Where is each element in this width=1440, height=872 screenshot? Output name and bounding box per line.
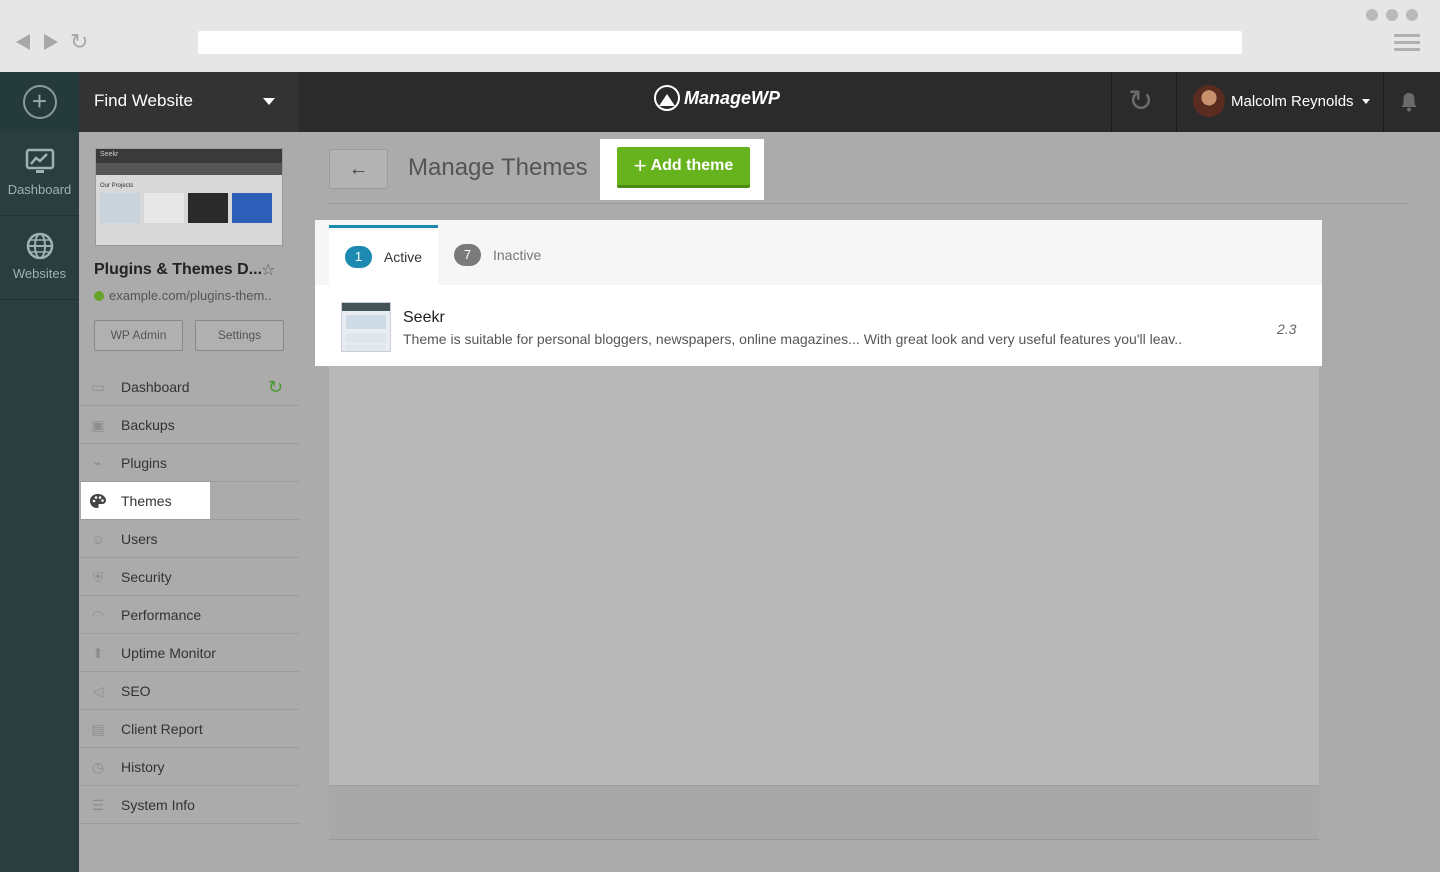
menu-item-history[interactable]: ◷ History — [79, 748, 299, 786]
header-divider — [1383, 72, 1384, 132]
reload-icon[interactable]: ↻ — [70, 30, 88, 54]
content-footer — [329, 785, 1319, 840]
inactive-count-badge: 7 — [454, 244, 481, 266]
address-bar[interactable] — [198, 31, 1242, 54]
status-dot-icon — [94, 290, 104, 301]
user-name: Malcolm Reynolds — [1231, 92, 1354, 110]
window-dot — [1366, 9, 1378, 21]
menu-item-security[interactable]: ⛨ Security — [79, 558, 299, 596]
arrow-up-icon: ⬆ — [92, 645, 104, 661]
find-website-label: Find Website — [94, 91, 193, 110]
theme-description: Theme is suitable for personal bloggers,… — [403, 331, 1183, 347]
plus-circle-icon: + — [22, 85, 57, 119]
site-sidebar: Seekr Our Projects Plugins & Themes D...… — [79, 132, 299, 872]
menu-item-seo[interactable]: ◁ SEO — [79, 672, 299, 710]
left-rail: Dashboard Websites — [0, 132, 79, 872]
tab-inactive[interactable]: 7 Inactive — [438, 225, 557, 285]
sync-icon[interactable]: ↻ — [1128, 86, 1153, 118]
menu-item-users[interactable]: ☺ Users — [79, 520, 299, 558]
menu-item-plugins[interactable]: ⌁ Plugins — [79, 444, 299, 482]
globe-icon — [26, 232, 53, 260]
back-arrow-icon[interactable] — [16, 34, 30, 50]
server-icon: ☰ — [91, 797, 105, 813]
rail-item-dashboard[interactable]: Dashboard — [0, 132, 79, 216]
window-dot — [1386, 9, 1398, 21]
chevron-down-icon — [263, 98, 275, 105]
clock-icon: ◷ — [91, 759, 105, 775]
megaphone-icon: ◁ — [92, 683, 104, 699]
thumb-label: Our Projects — [100, 183, 134, 189]
chart-monitor-icon — [25, 148, 54, 173]
managewp-logo: ManageWP — [654, 85, 780, 111]
rail-label: Dashboard — [7, 182, 72, 197]
gauge-icon: ◠ — [91, 607, 105, 623]
user-icon: ☺ — [90, 531, 106, 547]
site-url-text: example.com/plugins-them.. — [109, 288, 272, 303]
user-menu[interactable]: Malcolm Reynolds — [1193, 85, 1370, 117]
themes-card: 1 Active 7 Inactive Seekr Theme is suita… — [315, 220, 1322, 366]
main-content: ← Manage Themes + Add theme 1 Active 7 I… — [299, 132, 1440, 872]
settings-button[interactable]: Settings — [195, 320, 284, 351]
site-url[interactable]: example.com/plugins-them.. — [94, 288, 294, 303]
menu-item-uptime-monitor[interactable]: ⬆ Uptime Monitor — [79, 634, 299, 672]
bell-icon[interactable] — [1400, 92, 1418, 112]
avatar — [1193, 85, 1225, 117]
window-dot — [1406, 9, 1418, 21]
caret-down-icon — [1361, 98, 1370, 104]
star-icon[interactable]: ☆ — [261, 260, 275, 280]
header-divider — [1176, 72, 1177, 132]
wp-admin-button[interactable]: WP Admin — [94, 320, 183, 351]
theme-thumbnail — [341, 302, 391, 352]
menu-item-client-report[interactable]: ▤ Client Report — [79, 710, 299, 748]
site-thumbnail[interactable]: Seekr Our Projects — [95, 148, 283, 246]
monitor-icon: ▭ — [91, 379, 105, 395]
rail-item-websites[interactable]: Websites — [0, 216, 79, 300]
palette-icon — [90, 494, 106, 508]
thumb-brand: Seekr — [96, 149, 282, 163]
divider — [329, 203, 1408, 204]
rail-label: Websites — [12, 266, 67, 281]
tabs: 1 Active 7 Inactive — [315, 220, 1322, 285]
menu-item-performance[interactable]: ◠ Performance — [79, 596, 299, 634]
menu-item-dashboard[interactable]: ▭ Dashboard ↻ — [79, 368, 299, 406]
menu-item-backups[interactable]: ▣ Backups — [79, 406, 299, 444]
site-menu: ▭ Dashboard ↻ ▣ Backups ⌁ Plugins Themes… — [79, 368, 299, 824]
plus-icon: + — [633, 153, 647, 178]
menu-item-system-info[interactable]: ☰ System Info — [79, 786, 299, 824]
find-website-dropdown[interactable]: Find Website — [79, 72, 299, 132]
add-website-button[interactable]: + — [0, 72, 79, 132]
shield-icon: ⛨ — [92, 569, 104, 585]
backup-icon: ▣ — [91, 417, 105, 433]
back-button[interactable]: ← — [329, 149, 388, 189]
add-theme-label: Add theme — [650, 157, 734, 174]
window-dots — [1366, 9, 1418, 21]
page-title: Manage Themes — [408, 154, 588, 181]
tab-label: Inactive — [493, 247, 542, 263]
app-header: + Find Website ManageWP ↻ Malcolm Reynol… — [0, 72, 1440, 132]
tab-label: Active — [383, 248, 422, 265]
header-divider — [1111, 72, 1112, 132]
tab-active[interactable]: 1 Active — [329, 225, 438, 285]
plug-icon: ⌁ — [93, 455, 103, 471]
refresh-icon[interactable]: ↻ — [268, 377, 283, 397]
theme-row[interactable]: Seekr Theme is suitable for personal blo… — [315, 285, 1322, 366]
browser-toolbar: ↻ — [0, 0, 1440, 72]
theme-version: 2.3 — [1277, 321, 1297, 337]
report-icon: ▤ — [91, 721, 105, 737]
logo-text: ManageWP — [684, 87, 781, 108]
forward-arrow-icon[interactable] — [44, 34, 58, 50]
logo-mark-icon — [654, 85, 680, 111]
add-theme-button[interactable]: + Add theme — [617, 147, 750, 188]
theme-name: Seekr — [403, 309, 445, 326]
browser-menu-icon[interactable] — [1394, 34, 1420, 55]
active-count-badge: 1 — [345, 245, 372, 268]
menu-item-themes[interactable]: Themes — [79, 482, 299, 520]
